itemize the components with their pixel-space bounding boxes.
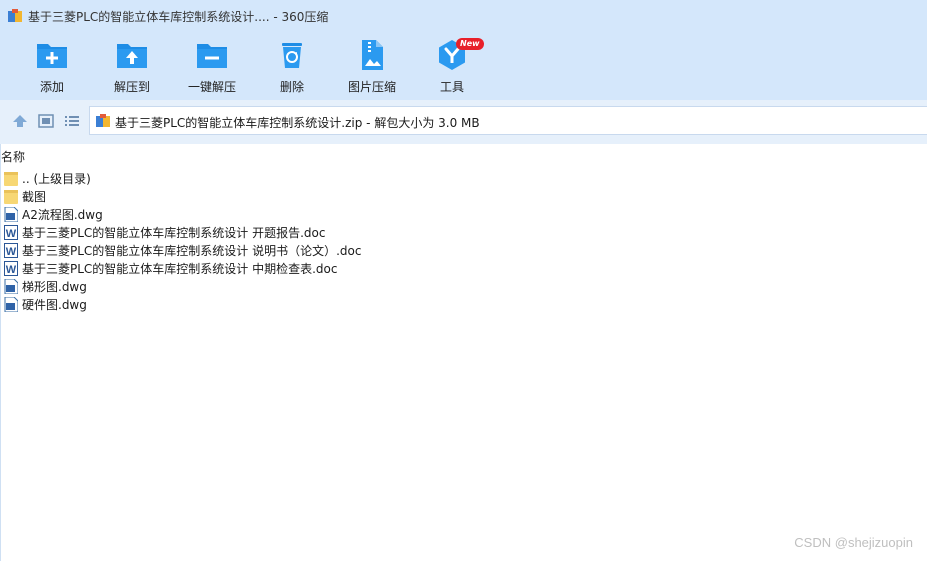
- tools-button[interactable]: New 工具: [412, 38, 492, 98]
- list-view-icon[interactable]: [64, 114, 80, 128]
- dwg-file-icon: [4, 206, 18, 222]
- word-doc-icon: W: [4, 260, 18, 276]
- file-name: A2流程图.dwg: [22, 207, 103, 222]
- list-item-file[interactable]: W 基于三菱PLC的智能立体车库控制系统设计 开题报告.doc: [4, 223, 362, 241]
- up-arrow-icon[interactable]: [12, 114, 28, 128]
- add-folder-icon: [37, 44, 67, 68]
- title-bar: 基于三菱PLC的智能立体车库控制系统设计.... - 360压缩: [0, 0, 927, 32]
- image-compress-label: 图片压缩: [347, 80, 396, 94]
- add-button[interactable]: 添加: [12, 38, 92, 98]
- window-title: 基于三菱PLC的智能立体车库控制系统设计.... - 360压缩: [28, 10, 329, 24]
- archive-path: 基于三菱PLC的智能立体车库控制系统设计.zip - 解包大小为 3.0 MB: [115, 116, 480, 130]
- file-name: 基于三菱PLC的智能立体车库控制系统设计 中期检查表.doc: [22, 261, 338, 276]
- watermark: CSDN @shejizuopin: [794, 535, 913, 550]
- column-header-name[interactable]: 名称: [1, 148, 25, 165]
- svg-text:W: W: [6, 246, 17, 258]
- list-item-file[interactable]: 梯形图.dwg: [4, 277, 362, 295]
- extract-to-icon: [117, 44, 147, 68]
- file-name: 基于三菱PLC的智能立体车库控制系统设计 开题报告.doc: [22, 225, 326, 240]
- list-item-folder[interactable]: 截图: [4, 187, 362, 205]
- dwg-file-icon: [4, 296, 18, 312]
- thumbnail-view-icon[interactable]: [38, 114, 54, 128]
- one-click-extract-button[interactable]: 一键解压: [172, 38, 252, 98]
- extract-to-label: 解压到: [113, 80, 150, 94]
- list-item-file[interactable]: W 基于三菱PLC的智能立体车库控制系统设计 中期检查表.doc: [4, 259, 362, 277]
- list-item-file[interactable]: A2流程图.dwg: [4, 205, 362, 223]
- file-name: 截图: [22, 189, 47, 204]
- file-name: .. (上级目录): [22, 171, 91, 186]
- dwg-file-icon: [4, 278, 18, 294]
- file-name: 基于三菱PLC的智能立体车库控制系统设计 说明书（论文）.doc: [22, 243, 362, 258]
- image-compress-button[interactable]: 图片压缩: [332, 38, 412, 98]
- svg-text:W: W: [6, 264, 17, 276]
- file-list: .. (上级目录) 截图 A2流程图.dwg W 基于三菱PLC的智能立体车库控…: [4, 169, 362, 313]
- file-list-panel: 名称 .. (上级目录) 截图 A2流程图.dwg W 基于三菱PLC的智能立体…: [0, 144, 927, 561]
- new-badge: New: [456, 38, 484, 50]
- one-click-extract-label: 一键解压: [187, 80, 236, 94]
- list-item-file[interactable]: 硬件图.dwg: [4, 295, 362, 313]
- tools-label: 工具: [439, 80, 464, 94]
- toolbar: 添加 解压到 一键解压 删除 图片压缩 New 工具: [0, 32, 927, 100]
- file-name: 梯形图.dwg: [22, 279, 87, 294]
- image-compress-icon: [362, 40, 383, 70]
- extract-to-button[interactable]: 解压到: [92, 38, 172, 98]
- add-label: 添加: [39, 80, 64, 94]
- delete-button[interactable]: 删除: [252, 38, 332, 98]
- folder-icon: [4, 189, 18, 204]
- folder-icon: [4, 171, 18, 186]
- delete-label: 删除: [279, 80, 304, 94]
- list-item-file[interactable]: W 基于三菱PLC的智能立体车库控制系统设计 说明书（论文）.doc: [4, 241, 362, 259]
- word-doc-icon: W: [4, 242, 18, 258]
- list-item-parent-dir[interactable]: .. (上级目录): [4, 169, 362, 187]
- zip-archive-icon: [8, 9, 22, 22]
- one-click-extract-icon: [197, 44, 227, 68]
- svg-text:W: W: [6, 228, 17, 240]
- path-field[interactable]: 基于三菱PLC的智能立体车库控制系统设计.zip - 解包大小为 3.0 MB: [89, 106, 927, 135]
- recycle-bin-icon: [282, 43, 302, 68]
- zip-archive-icon: [96, 114, 110, 127]
- word-doc-icon: W: [4, 224, 18, 240]
- file-name: 硬件图.dwg: [22, 297, 87, 312]
